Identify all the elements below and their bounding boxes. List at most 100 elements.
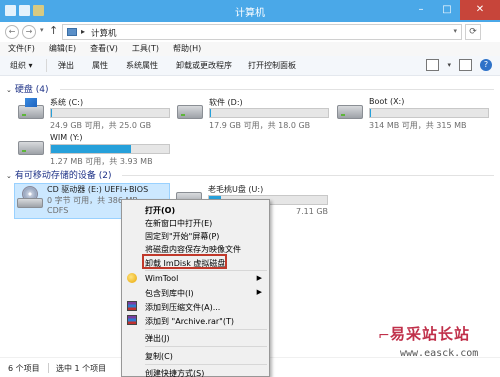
hard-drive-icon [18,141,44,155]
drive-name: CD 驱动器 (E:) UEFI+BIOS [47,185,149,194]
winrar-icon [127,315,137,325]
menu-item-wimtool[interactable]: WimTool ▶ [122,272,269,285]
drive-info: 7.11 GB [296,207,329,216]
drive-usage-fill [370,109,372,117]
system-properties-button[interactable]: 系统属性 [126,60,158,71]
forward-button[interactable]: → [22,25,36,39]
menu-separator [145,329,267,330]
menu-edit[interactable]: 编辑(E) [49,42,76,56]
address-dropdown[interactable]: ▾ [453,27,457,35]
recent-locations-dropdown[interactable]: ▾ [40,26,44,34]
up-button[interactable]: ↑ [49,24,58,37]
menu-item-add-to-archive[interactable]: 添加到压缩文件(A)... [122,300,269,313]
drive-item[interactable]: Boot (X:) 314 MB 可用，共 315 MB [337,97,497,133]
computer-icon [67,28,77,36]
menu-item-add-to-archive-rar[interactable]: 添加到 "Archive.rar"(T) [122,314,269,327]
refresh-button[interactable]: ⟳ [465,24,481,40]
control-panel-button[interactable]: 打开控制面板 [248,60,296,71]
menu-separator [145,364,267,365]
menu-separator [145,346,267,347]
chevron-down-icon: ⌄ [6,172,12,180]
removable-devices-label: 有可移动存储的设备 (2) [14,171,112,181]
eject-button[interactable]: 弹出 [58,60,74,71]
submenu-arrow-icon: ▶ [256,288,262,296]
window-controls: – □ ✕ [408,0,500,20]
organize-button[interactable]: 组织 ▾ [10,60,33,71]
help-icon[interactable]: ? [480,59,492,71]
section-divider [122,175,494,176]
windows-drive-icon [18,98,44,119]
drive-name: 系统 (C:) [50,98,84,107]
hard-disks-label: 硬盘 (4) [14,85,49,95]
menu-item-open-new-window[interactable]: 在新窗口中打开(E) [122,216,269,229]
item-count: 6 个项目 [8,364,40,373]
back-button[interactable]: ← [5,25,19,39]
drive-usage-fill [51,109,53,117]
menu-item-open[interactable]: 打开(O) [122,203,269,216]
menu-file[interactable]: 文件(F) [8,42,35,56]
section-divider [60,89,494,90]
drive-info: 1.27 MB 可用，共 3.93 MB [50,157,153,166]
menu-item-copy[interactable]: 复制(C) [122,349,269,362]
drive-name: WIM (Y:) [50,133,83,142]
drive-name: 软件 (D:) [209,98,243,107]
menu-item-include-in-library[interactable]: 包含到库中(I) ▶ [122,286,269,299]
drive-usage-bar [369,108,489,118]
maximize-button[interactable]: □ [434,0,460,20]
drive-item[interactable]: 系统 (C:) 24.9 GB 可用，共 25.0 GB [18,97,178,133]
watermark-logo-icon: ⌐ [378,328,390,344]
properties-button[interactable]: 属性 [92,60,108,71]
cd-drive-icon [17,186,43,212]
menu-help[interactable]: 帮助(H) [173,42,201,56]
drive-usage-bar [50,108,170,118]
winrar-icon [127,301,137,311]
drive-usage-bar [50,144,170,154]
menu-bar: 文件(F) 编辑(E) 查看(V) 工具(T) 帮助(H) [0,42,500,56]
hard-disks-header[interactable]: ⌄ 硬盘 (4) [6,82,49,95]
drive-filesystem: CDFS [47,206,69,215]
drive-name: 老毛桃U盘 (U:) [208,185,264,194]
breadcrumb[interactable]: 计算机 [91,27,117,39]
drive-usage-bar [209,108,329,118]
drive-name: Boot (X:) [369,97,405,106]
menu-item-create-shortcut[interactable]: 创建快捷方式(S) [122,366,269,377]
address-bar[interactable]: ▸ 计算机 ▾ [62,24,462,40]
hard-drive-icon [177,105,203,119]
watermark: ⌐ 易采站长站 www.easck.com [376,322,500,377]
title-bar: 计算机 – □ ✕ [0,0,500,22]
drive-usage-fill [51,145,132,153]
drive-info: 314 MB 可用，共 315 MB [369,121,467,130]
minimize-button[interactable]: – [408,0,434,20]
drive-info: 24.9 GB 可用，共 25.0 GB [50,121,152,130]
status-divider [48,363,49,373]
view-options-icon[interactable] [426,59,440,71]
uninstall-programs-button[interactable]: 卸载或更改程序 [176,60,232,71]
highlight-box [142,254,227,269]
command-bar: 组织 ▾ 弹出 属性 系统属性 卸载或更改程序 打开控制面板 ▾ ? [0,56,500,76]
context-menu: 打开(O) 在新窗口中打开(E) 固定到"开始"屏幕(P) 将磁盘内容保存为映像… [121,199,270,377]
hard-drive-icon [337,105,363,119]
selection-count: 选中 1 个项目 [56,364,107,373]
drive-usage-fill [210,109,212,117]
chevron-down-icon: ⌄ [6,86,12,94]
toolbar-divider [46,59,47,72]
submenu-arrow-icon: ▶ [256,274,262,282]
menu-tools[interactable]: 工具(T) [132,42,159,56]
close-button[interactable]: ✕ [460,0,500,20]
watermark-title: 易采站长站 [390,325,471,343]
menu-view[interactable]: 查看(V) [90,42,118,56]
address-row: ← → ▾ ↑ ▸ 计算机 ▾ ⟳ [0,22,500,42]
drive-item[interactable]: 软件 (D:) 17.9 GB 可用，共 18.0 GB [177,97,337,133]
watermark-url: www.easck.com [400,348,479,359]
breadcrumb-separator[interactable]: ▸ [81,27,85,36]
view-controls: ▾ ? [426,59,492,71]
menu-item-eject[interactable]: 弹出(J) [122,331,269,344]
view-dropdown[interactable]: ▾ [447,61,451,69]
drive-item[interactable]: WIM (Y:) 1.27 MB 可用，共 3.93 MB [18,133,178,169]
drive-info: 17.9 GB 可用，共 18.0 GB [209,121,311,130]
removable-devices-header[interactable]: ⌄ 有可移动存储的设备 (2) [6,168,112,181]
menu-separator [145,270,267,271]
wimtool-icon [127,273,137,283]
preview-pane-icon[interactable] [459,59,472,71]
menu-item-pin-to-start[interactable]: 固定到"开始"屏幕(P) [122,229,269,242]
